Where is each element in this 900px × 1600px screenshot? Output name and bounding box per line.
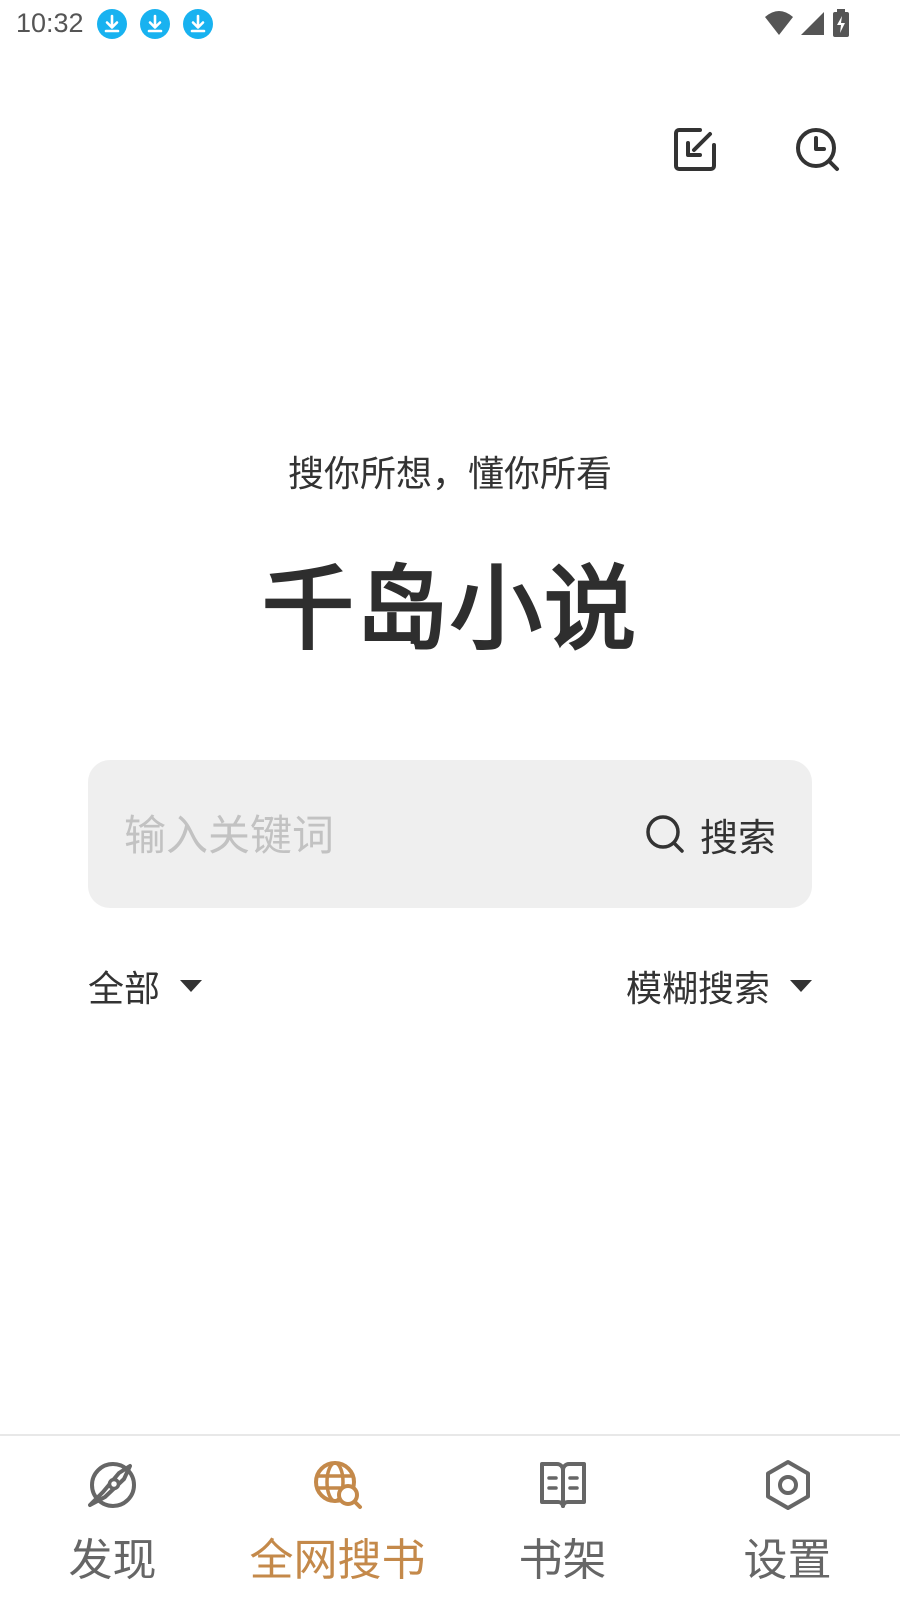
slogan: 搜你所想，懂你所看: [287, 454, 612, 495]
nav-label: 设置: [743, 1535, 832, 1586]
gear-icon: [761, 1458, 815, 1512]
download-icon: [97, 9, 127, 39]
status-time: 10:32: [16, 8, 84, 38]
caret-down-icon: [180, 980, 203, 992]
nav-label: 全网搜书: [249, 1535, 426, 1586]
book-icon: [536, 1458, 590, 1512]
nav-item-settings[interactable]: 设置: [675, 1436, 900, 1600]
globe-search-icon: [311, 1458, 365, 1512]
status-icons: [764, 8, 850, 38]
bottom-nav: 发现 全网搜书 书架 设置: [0, 1434, 900, 1600]
history-icon[interactable]: [793, 125, 843, 175]
caret-down-icon: [790, 980, 812, 992]
scope-dropdown[interactable]: 全部: [88, 960, 203, 1012]
search-mode-dropdown-label: 模糊搜索: [625, 969, 770, 1010]
search-mode-dropdown[interactable]: 模糊搜索: [626, 960, 812, 1012]
search-box: 搜索: [88, 760, 812, 908]
download-icon: [140, 9, 170, 39]
search-button[interactable]: 搜索: [644, 804, 776, 864]
nav-label: 书架: [518, 1535, 607, 1586]
wifi-icon: [764, 9, 794, 37]
battery-charging-icon: [832, 8, 850, 38]
nav-item-bookshelf[interactable]: 书架: [450, 1436, 675, 1600]
nav-item-web-search[interactable]: 全网搜书: [225, 1436, 450, 1600]
app-title: 千岛小说: [261, 556, 638, 663]
search-input[interactable]: [124, 800, 564, 870]
download-icon: [183, 9, 213, 39]
nav-item-discover[interactable]: 发现: [0, 1436, 225, 1600]
import-icon[interactable]: [670, 125, 720, 175]
status-bar: 10:32: [0, 0, 900, 50]
nav-label: 发现: [68, 1535, 157, 1586]
search-button-label: 搜索: [699, 815, 776, 860]
compass-icon: [86, 1458, 140, 1512]
search-icon: [644, 813, 686, 855]
cellular-signal-icon: [800, 9, 826, 37]
scope-dropdown-label: 全部: [88, 969, 161, 1010]
